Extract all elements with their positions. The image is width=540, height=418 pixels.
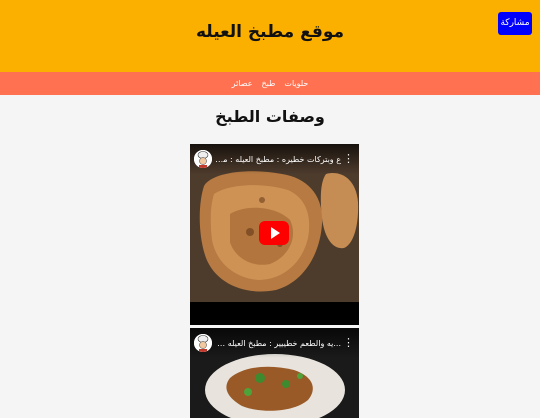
site-header: موقع مطبخ العيله مشاركة [0,0,540,72]
video-title[interactable]: ع وبتركات خطيره : مطبخ العيله : مطبخ الع… [215,154,341,166]
channel-avatar[interactable] [194,150,212,168]
channel-avatar[interactable] [194,334,212,352]
nav-item-juices[interactable]: عصائر [232,79,253,88]
site-title: موقع مطبخ العيله [195,22,345,42]
video-title[interactable]: ...يه والطعم خطييير : مطبخ العيله : مطبخ… [215,338,341,350]
youtube-play-button[interactable] [259,219,289,247]
share-button[interactable]: مشاركة [498,12,532,35]
video-topbar: ع وبتركات خطيره : مطبخ العيله : مطبخ الع… [190,144,359,174]
chef-icon [194,334,212,352]
chef-icon [194,150,212,168]
more-vert-icon[interactable]: ⋮ [343,336,354,350]
page-heading: وصفات الطبخ [215,107,325,126]
video-embed[interactable]: ع وبتركات خطيره : مطبخ العيله : مطبخ الع… [190,144,359,325]
more-vert-icon[interactable]: ⋮ [343,152,354,166]
nav-bar: حلويات طبخ عصائر [0,72,540,95]
youtube-play-icon [259,221,289,245]
nav-item-sweets[interactable]: حلويات [284,79,308,88]
video-topbar: ...يه والطعم خطييير : مطبخ العيله : مطبخ… [190,328,359,358]
nav-item-cooking[interactable]: طبخ [261,79,275,88]
